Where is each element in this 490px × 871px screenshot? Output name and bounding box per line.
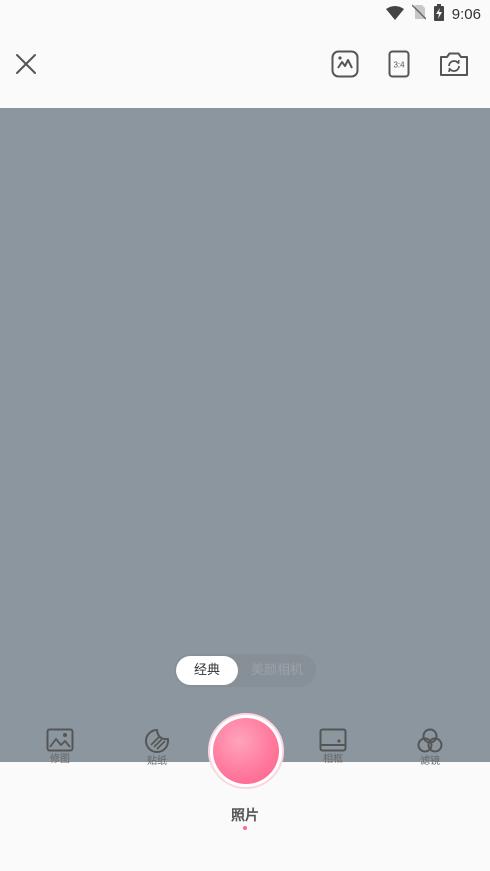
capture-mode-indicator	[243, 826, 247, 830]
shutter-button[interactable]	[208, 713, 284, 789]
frame-icon	[308, 728, 358, 752]
mode-toggle: 经典 美颜相机	[174, 654, 316, 687]
capture-mode-photo-tab[interactable]: 照片	[215, 805, 275, 825]
switch-camera-button[interactable]	[438, 50, 470, 82]
tool-filter-label: 滤镜	[420, 756, 440, 767]
shutter-button-core	[213, 718, 279, 784]
tool-photo-edit-label: 修图	[50, 754, 70, 765]
aspect-ratio-button[interactable]: 3:4	[383, 50, 415, 82]
photo-edit-icon	[35, 728, 85, 752]
tool-frame[interactable]: 相框	[308, 728, 358, 767]
aspect-ratio-label: 3:4	[393, 61, 405, 70]
top-toolbar: 3:4	[0, 28, 490, 108]
status-bar: 9:06	[0, 0, 490, 28]
no-sim-icon	[411, 4, 427, 24]
sticker-icon	[132, 728, 182, 754]
filter-icon	[405, 728, 455, 754]
wifi-icon	[385, 5, 404, 24]
close-button[interactable]	[10, 50, 42, 82]
tool-photo-edit[interactable]: 修图	[35, 728, 85, 767]
status-time: 9:06	[451, 5, 481, 23]
battery-charging-icon	[433, 3, 444, 25]
switch-camera-icon	[439, 51, 469, 81]
tool-filter[interactable]: 滤镜	[405, 728, 455, 769]
gallery-button[interactable]	[329, 50, 361, 82]
mode-classic[interactable]: 经典	[176, 656, 238, 685]
aspect-ratio-icon: 3:4	[388, 50, 410, 82]
tool-sticker-label: 贴纸	[147, 756, 167, 767]
close-icon	[14, 52, 38, 80]
status-icons: 9:06	[385, 3, 481, 25]
tool-sticker[interactable]: 贴纸	[132, 728, 182, 769]
mode-beauty-camera[interactable]: 美颜相机	[240, 656, 314, 685]
tool-frame-label: 相框	[323, 754, 343, 765]
gallery-icon	[331, 50, 359, 82]
